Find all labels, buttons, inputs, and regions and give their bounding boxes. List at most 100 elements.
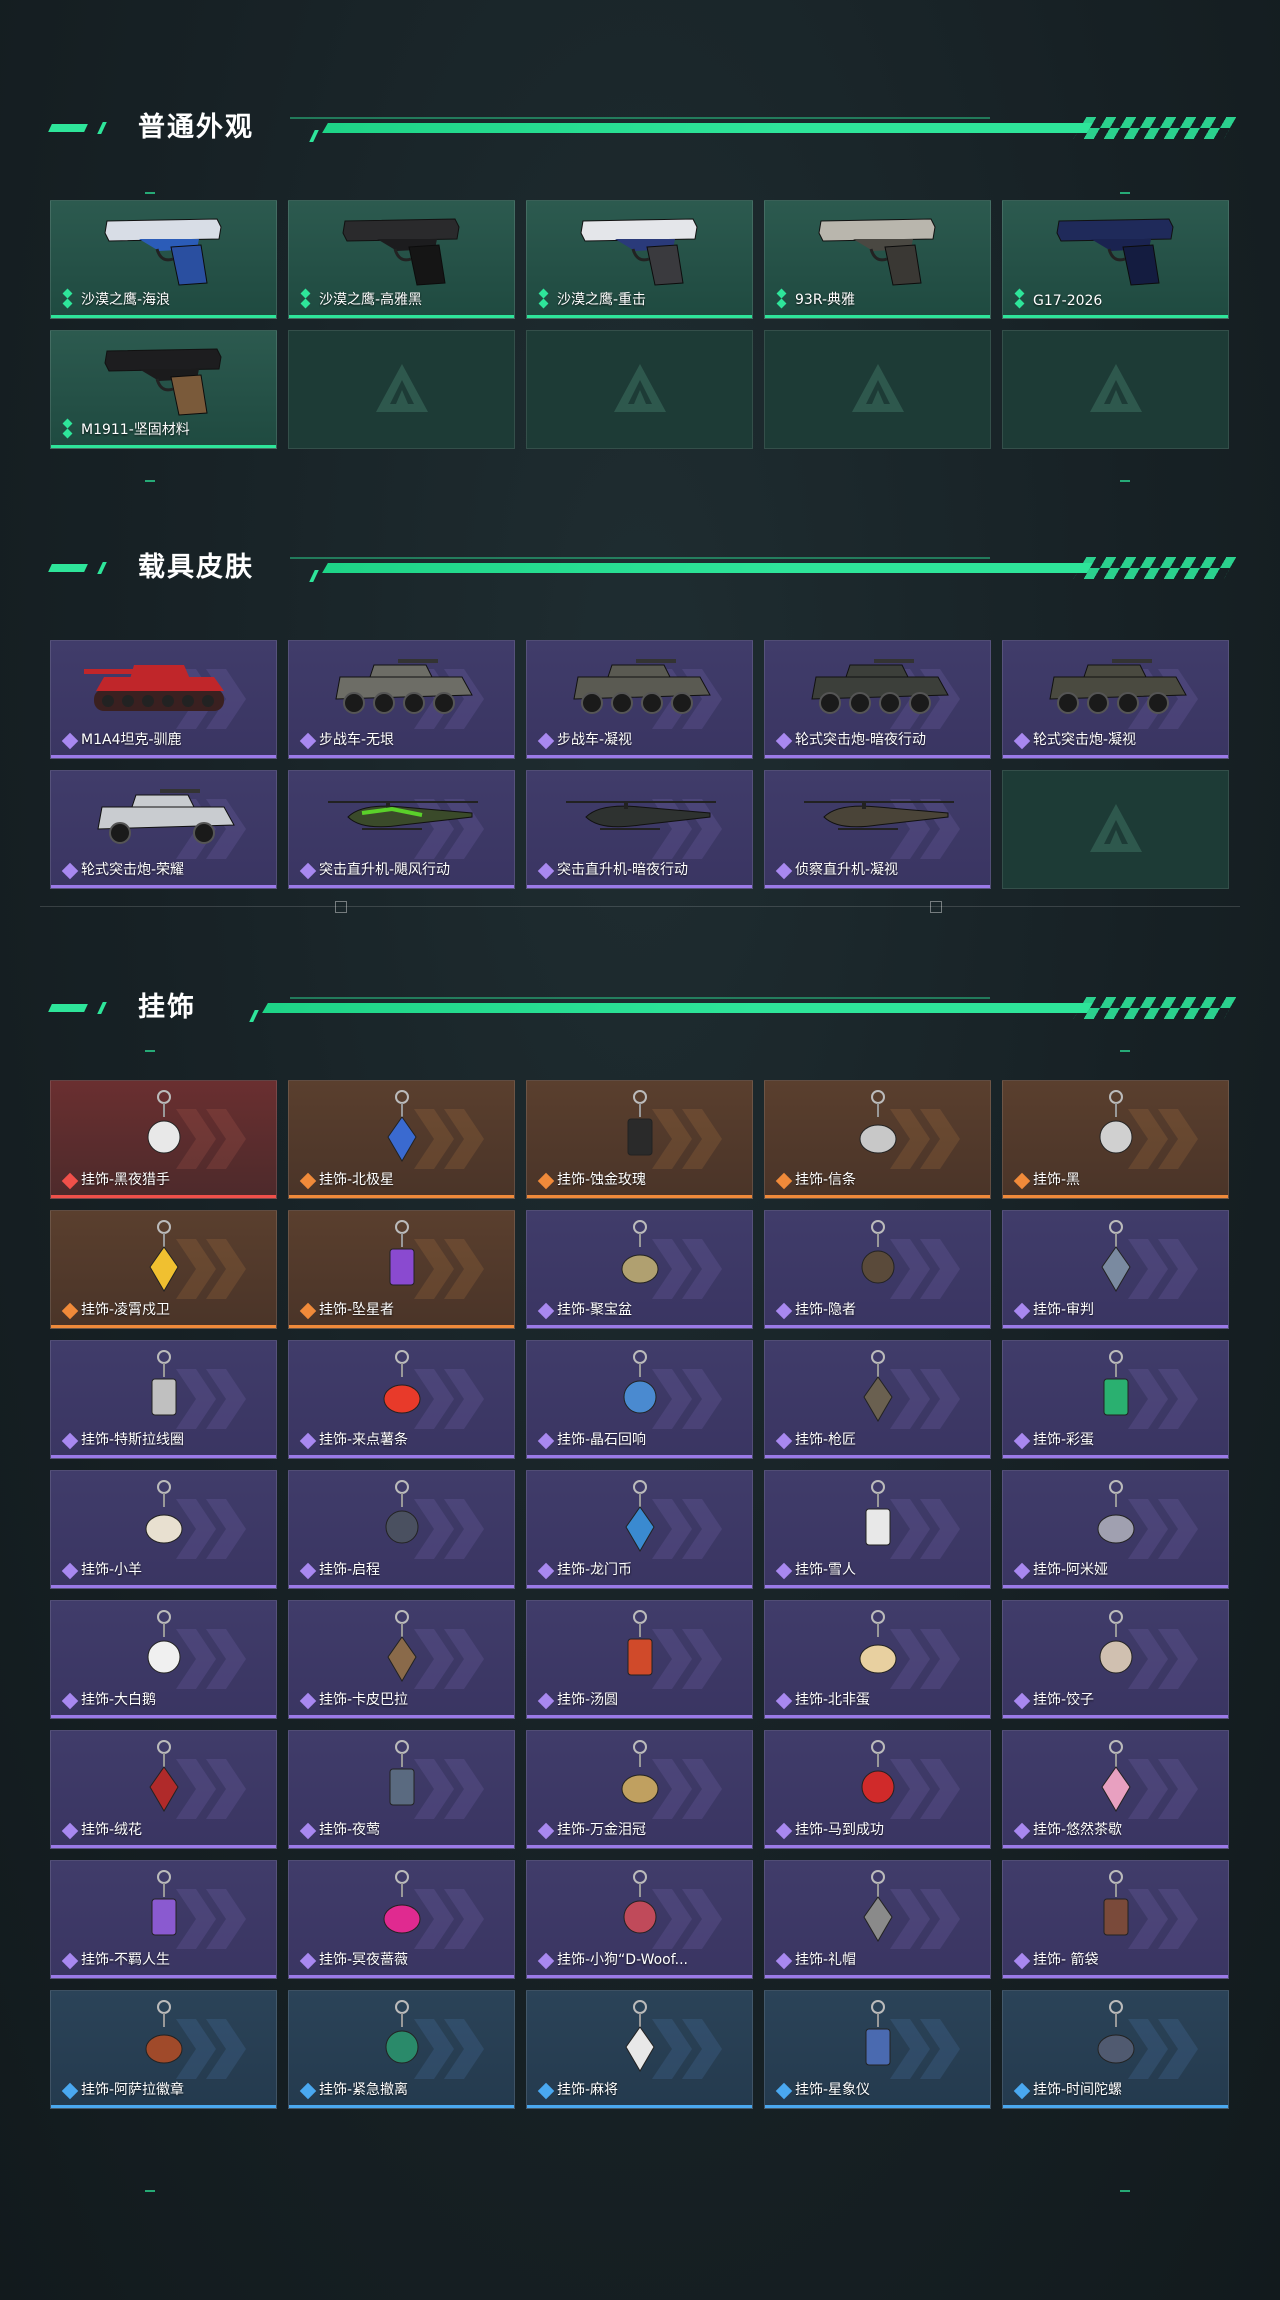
item-label: 挂饰-时间陀螺	[1033, 2082, 1123, 2098]
item-card[interactable]: 挂饰-凌霄戍卫	[50, 1210, 277, 1329]
header-tick-decoration	[309, 570, 319, 582]
item-card[interactable]: 挂饰-北极星	[288, 1080, 515, 1199]
item-label: 挂饰-蚀金玫瑰	[557, 1172, 647, 1188]
rarity-underline	[1003, 1325, 1228, 1328]
item-card[interactable]: 挂饰-饺子	[1002, 1600, 1229, 1719]
item-card[interactable]: 挂饰-聚宝盆	[526, 1210, 753, 1329]
item-card[interactable]: 挂饰- 箭袋	[1002, 1860, 1229, 1979]
rarity-underline	[51, 1585, 276, 1588]
item-card[interactable]: 沙漠之鹰-海浪	[50, 200, 277, 319]
item-card[interactable]: 挂饰-蚀金玫瑰	[526, 1080, 753, 1199]
item-card[interactable]: M1A4坦克-驯鹿	[50, 640, 277, 759]
item-card[interactable]: 挂饰-汤圆	[526, 1600, 753, 1719]
charm-ornament-icon	[861, 1740, 894, 1804]
item-card[interactable]: 突击直升机-暗夜行动	[526, 770, 753, 889]
rarity-underline	[289, 1845, 514, 1848]
item-card[interactable]: 挂饰-马到成功	[764, 1730, 991, 1849]
item-card[interactable]: 挂饰-礼帽	[764, 1860, 991, 1979]
item-card[interactable]: 挂饰-阿米娅	[1002, 1470, 1229, 1589]
item-card[interactable]: 挂饰-雪人	[764, 1470, 991, 1589]
item-card[interactable]: 挂饰-来点薯条	[288, 1340, 515, 1459]
item-card[interactable]: 挂饰-冥夜蔷薇	[288, 1860, 515, 1979]
item-card[interactable]: 挂饰-卡皮巴拉	[288, 1600, 515, 1719]
item-label: 轮式突击炮-暗夜行动	[795, 732, 927, 748]
item-card[interactable]: 轮式突击炮-凝视	[1002, 640, 1229, 759]
item-card[interactable]: 挂饰-北非蛋	[764, 1600, 991, 1719]
header-checker-decoration	[1073, 997, 1237, 1019]
rarity-underline	[51, 755, 276, 758]
rarity-diamond-icon	[1013, 1172, 1031, 1190]
item-card[interactable]: 步战车-无垠	[288, 640, 515, 759]
charm-ornament-icon	[145, 1480, 182, 1544]
item-card[interactable]: 挂饰-隐者	[764, 1210, 991, 1329]
rarity-underline	[527, 1585, 752, 1588]
header-thin-line-decoration	[290, 557, 990, 559]
item-card[interactable]: G17-2026	[1002, 200, 1229, 319]
rarity-underline	[51, 445, 276, 448]
item-label: 侦察直升机-凝视	[795, 862, 899, 878]
item-card[interactable]: 挂饰-星象仪	[764, 1990, 991, 2109]
item-card[interactable]: 挂饰-枪匠	[764, 1340, 991, 1459]
rarity-diamond-icon	[61, 732, 79, 750]
rarity-diamond-icon	[537, 1692, 555, 1710]
item-card[interactable]: 沙漠之鹰-重击	[526, 200, 753, 319]
item-card[interactable]: 挂饰-夜莺	[288, 1730, 515, 1849]
vehicle-skins-grid: M1A4坦克-驯鹿 步战车-无垠 步战车-凝视 轮式突击炮-暗夜行动 轮式突击炮-凝视轮…	[50, 640, 1229, 889]
item-card[interactable]: 挂饰-阿萨拉徽章	[50, 1990, 277, 2109]
item-card[interactable]: 挂饰-龙门币	[526, 1470, 753, 1589]
rarity-diamond-icon	[299, 1432, 317, 1450]
item-card[interactable]: M1911-坚固材料	[50, 330, 277, 449]
rarity-underline	[527, 1845, 752, 1848]
item-card[interactable]: 挂饰-黑夜猎手	[50, 1080, 277, 1199]
item-card[interactable]: 挂饰-审判	[1002, 1210, 1229, 1329]
item-card[interactable]: 挂饰-万金泪冠	[526, 1730, 753, 1849]
charm-ornament-icon	[623, 1350, 656, 1414]
rarity-diamond-icon	[1013, 1432, 1031, 1450]
item-card[interactable]: 挂饰-信条	[764, 1080, 991, 1199]
section-title: 挂饰	[138, 992, 196, 1023]
item-card[interactable]: 挂饰-大白鹅	[50, 1600, 277, 1719]
item-card[interactable]: 93R-典雅	[764, 200, 991, 319]
charm-ornament-icon	[151, 1350, 176, 1416]
rarity-underline	[51, 1455, 276, 1458]
item-label: 挂饰-万金泪冠	[557, 1822, 647, 1838]
item-card[interactable]: 挂饰-悠然茶歇	[1002, 1730, 1229, 1849]
item-card[interactable]: 挂饰-小狗“D-Woof...	[526, 1860, 753, 1979]
armored-vehicle-icon	[1048, 659, 1187, 714]
item-card[interactable]: 挂饰-不羁人生	[50, 1860, 277, 1979]
rarity-diamond-icon	[299, 1172, 317, 1190]
charm-ornament-icon	[862, 1870, 893, 1942]
rarity-underline	[51, 1715, 276, 1718]
item-card[interactable]: 挂饰-黑	[1002, 1080, 1229, 1199]
rarity-diamond-icon	[775, 1172, 793, 1190]
header-tick-decoration	[249, 1010, 259, 1022]
item-card[interactable]: 挂饰-紧急撤离	[288, 1990, 515, 2109]
item-card[interactable]: 挂饰-小羊	[50, 1470, 277, 1589]
item-card[interactable]: 沙漠之鹰-高雅黑	[288, 200, 515, 319]
item-card[interactable]: 挂饰-晶石回响	[526, 1340, 753, 1459]
item-card[interactable]: 挂饰-绒花	[50, 1730, 277, 1849]
rarity-underline	[289, 315, 514, 318]
item-card[interactable]: 挂饰-特斯拉线圈	[50, 1340, 277, 1459]
item-label: 突击直升机-暗夜行动	[557, 862, 689, 878]
weapon-pistol-icon	[579, 218, 698, 286]
armored-vehicle-icon	[810, 659, 949, 714]
rarity-diamond-icon	[61, 862, 79, 880]
item-card[interactable]: 挂饰-坠星者	[288, 1210, 515, 1329]
item-label: 挂饰-冥夜蔷薇	[319, 1952, 409, 1968]
item-card[interactable]: 侦察直升机-凝视	[764, 770, 991, 889]
item-card[interactable]: 突击直升机-飓风行动	[288, 770, 515, 889]
item-card[interactable]: 轮式突击炮-荣耀	[50, 770, 277, 889]
item-card[interactable]: 轮式突击炮-暗夜行动	[764, 640, 991, 759]
item-card[interactable]: 挂饰-彩蛋	[1002, 1340, 1229, 1459]
item-card[interactable]: 挂饰-时间陀螺	[1002, 1990, 1229, 2109]
item-label: 挂饰-汤圆	[557, 1692, 619, 1708]
corner-tick-decoration	[145, 192, 155, 194]
empty-slot	[288, 330, 515, 449]
rarity-diamond-icon	[775, 1952, 793, 1970]
item-label: 挂饰-隐者	[795, 1302, 857, 1318]
item-card[interactable]: 挂饰-麻将	[526, 1990, 753, 2109]
item-card[interactable]: 挂饰-启程	[288, 1470, 515, 1589]
corner-tick-decoration	[1120, 192, 1130, 194]
item-card[interactable]: 步战车-凝视	[526, 640, 753, 759]
